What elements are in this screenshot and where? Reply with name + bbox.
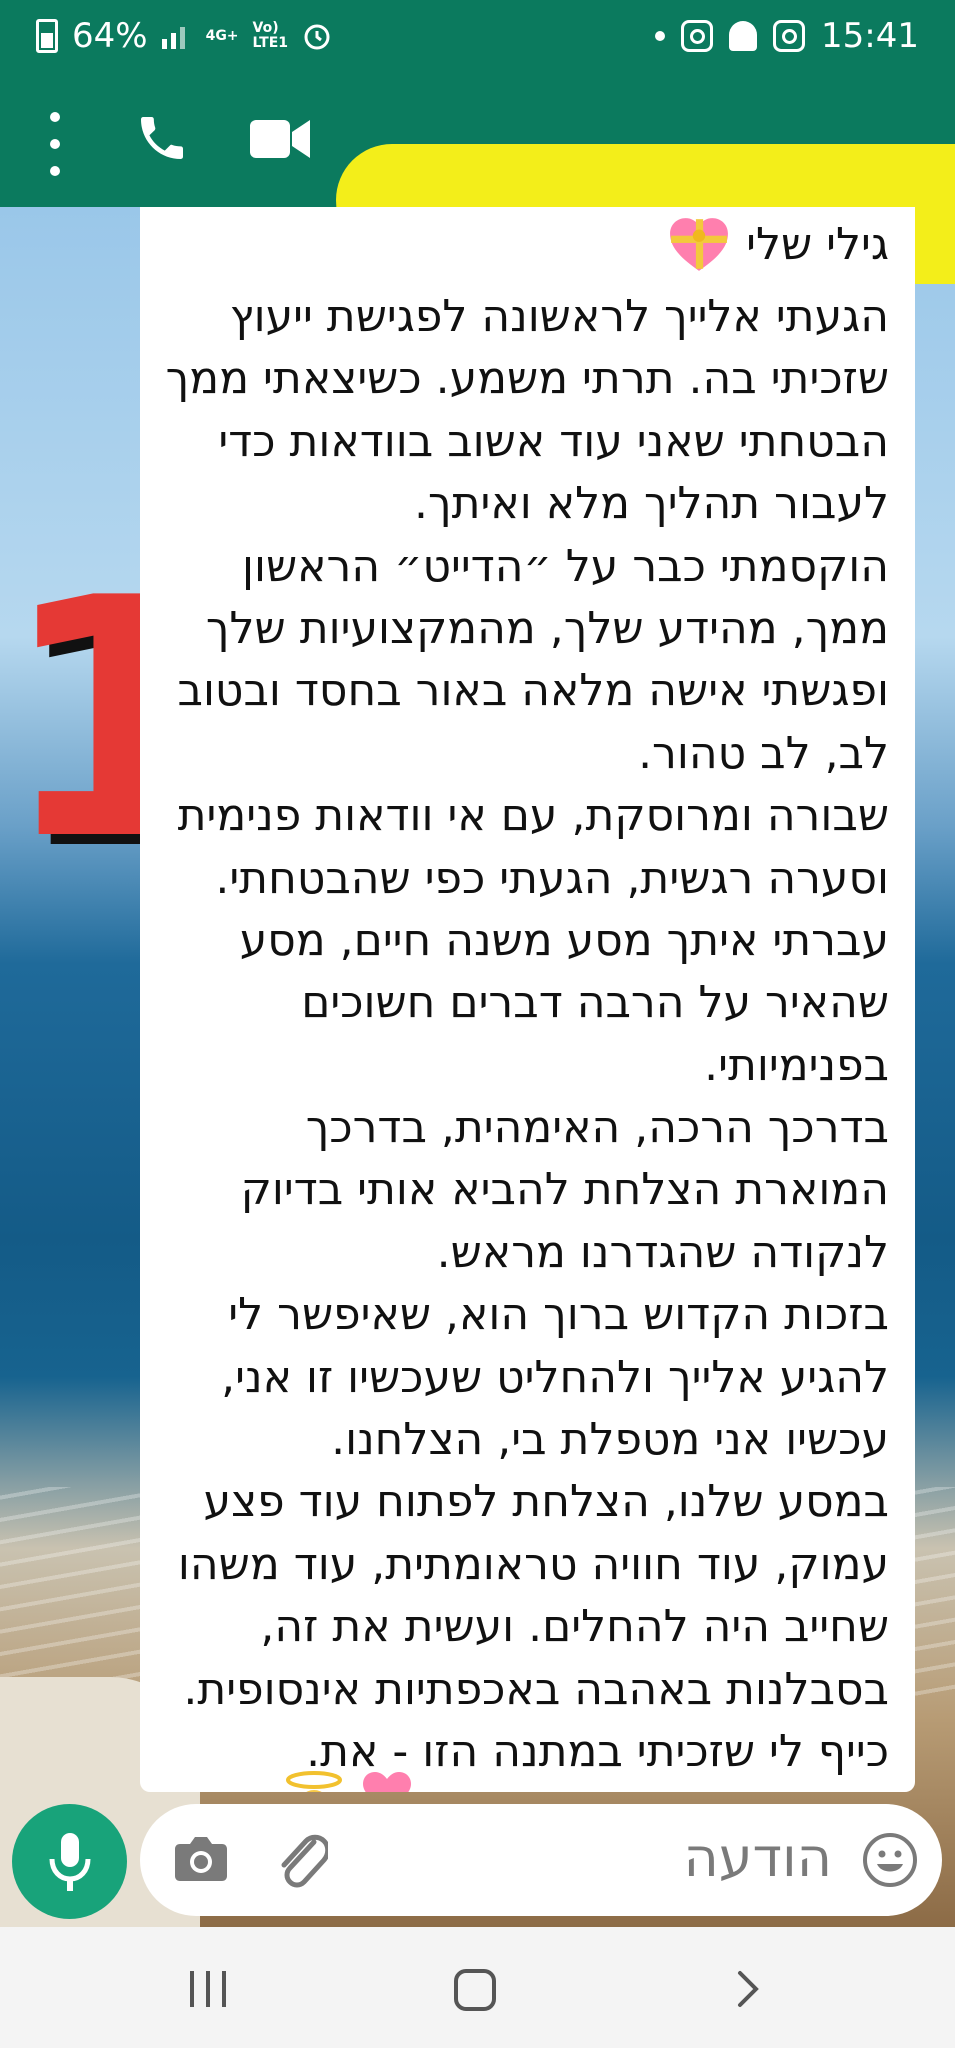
microphone-button[interactable] bbox=[12, 1804, 127, 1919]
message-line: בסבלנות באהבה באכפתיות אינסופית. bbox=[183, 1663, 889, 1715]
message-line: בדרכך הרכה, האימהית, בדרכך bbox=[305, 1102, 889, 1154]
message-body: הגעתי אלייך לראשונה לפגישת ייעוץ שזכיתי ב… bbox=[149, 286, 889, 1783]
message-line: לעבור תהליך מלא ואיתך. bbox=[414, 478, 889, 530]
message-line: שבורה ומרוסקת, עם אי וודאות פנימית bbox=[177, 790, 889, 842]
microphone-icon bbox=[49, 1832, 90, 1891]
message-line: לב, לב טהור. bbox=[638, 727, 889, 779]
message-line: שזכיתי בה. תרתי משמע. כשיצאתי ממך bbox=[165, 353, 889, 405]
status-right: 15:41 bbox=[655, 16, 919, 56]
message-title: גילי שלי bbox=[668, 213, 889, 277]
chat-header bbox=[0, 82, 955, 284]
recent-apps-icon[interactable] bbox=[190, 1971, 226, 2007]
signal-icon bbox=[161, 27, 185, 49]
message-line: וסערה רגשית, הגעתי כפי שהבטחתי. bbox=[215, 852, 889, 904]
message-input[interactable]: הודעה bbox=[683, 1826, 832, 1889]
system-nav-bar bbox=[0, 1927, 955, 2048]
notification-dot-icon bbox=[655, 31, 666, 41]
message-line: להגיע אלייך ולהחליט שעכשיו זו אני, bbox=[221, 1351, 889, 1403]
status-bar: 64% 4G+ Vo) LTE1 15:41 bbox=[0, 0, 955, 82]
message-line: במסע שלנו, הצלחת לפתוח עוד פצע bbox=[203, 1476, 889, 1528]
message-line: המוארת הצלחת להביא אותי בדיוק bbox=[240, 1164, 889, 1216]
instagram-icon bbox=[681, 20, 714, 52]
message-line: עכשיו אני מטפלת בי, הצלחנו. bbox=[331, 1414, 889, 1466]
volte-top: Vo) bbox=[252, 20, 279, 36]
emoji-icon[interactable] bbox=[862, 1832, 918, 1888]
battery-icon bbox=[36, 19, 58, 53]
alarm-icon bbox=[304, 24, 330, 50]
message-line: שחייב היה להחלים. ועשית את זה, bbox=[260, 1601, 889, 1653]
partial-emoji-row bbox=[283, 1770, 415, 1792]
clock: 15:41 bbox=[821, 16, 919, 56]
message-line: הגעתי אלייך לראשונה לפגישת ייעוץ bbox=[229, 291, 889, 342]
heart-icon bbox=[363, 1772, 411, 1792]
instagram-icon-2 bbox=[773, 20, 806, 52]
message-bubble[interactable]: גילי שלי הגעתי אלייך לראשונה לפגישת ייעו… bbox=[140, 207, 915, 1792]
message-greeting: גילי שלי bbox=[746, 219, 889, 270]
message-line: בפנימיותי. bbox=[704, 1039, 889, 1091]
message-line: הבטחתי שאני עוד אשוב בוודאות כדי bbox=[218, 415, 889, 467]
attach-icon[interactable] bbox=[274, 1828, 328, 1890]
message-line: עברתי איתך מסע משנה חיים, מסע bbox=[239, 914, 889, 966]
phone-icon[interactable] bbox=[134, 110, 190, 166]
message-line: כייף לי שזכיתי במתנה הזו - את. bbox=[306, 1725, 889, 1777]
volte-tag: Vo) LTE1 bbox=[253, 21, 288, 51]
message-line: לנקודה שהגדרנו מראש. bbox=[436, 1226, 889, 1278]
snapchat-icon bbox=[729, 21, 758, 51]
camera-icon[interactable] bbox=[174, 1832, 228, 1882]
gift-heart-icon bbox=[670, 218, 729, 271]
battery-level: 64% bbox=[72, 16, 148, 56]
message-line: עמוק, עוד חוויה טראומתית, עוד משהו bbox=[177, 1538, 889, 1590]
menu-dots-icon[interactable] bbox=[46, 112, 64, 176]
message-line: ופגשתי אישה מלאה באור בחסד ובטוב bbox=[177, 665, 890, 717]
back-icon[interactable] bbox=[728, 1969, 768, 2009]
angel-icon bbox=[286, 1771, 342, 1792]
video-call-icon[interactable] bbox=[250, 116, 310, 162]
status-left: 64% 4G+ Vo) LTE1 bbox=[36, 16, 332, 56]
message-composer[interactable]: הודעה bbox=[140, 1804, 942, 1916]
message-line: שהאיר על הרבה דברים חשוכים bbox=[301, 977, 889, 1029]
message-line: הוקסמתי כבר על ״הדייט״ הראשון bbox=[241, 540, 889, 592]
network-tag: 4G+ bbox=[205, 27, 239, 44]
message-line: בזכות הקדוש ברוך הוא, שאיפשר לי bbox=[228, 1289, 889, 1341]
home-icon[interactable] bbox=[454, 1969, 496, 2011]
message-line: ממך, מהידע שלך, מהמקצועיות שלך bbox=[205, 602, 889, 654]
volte-bottom: LTE1 bbox=[252, 35, 289, 51]
